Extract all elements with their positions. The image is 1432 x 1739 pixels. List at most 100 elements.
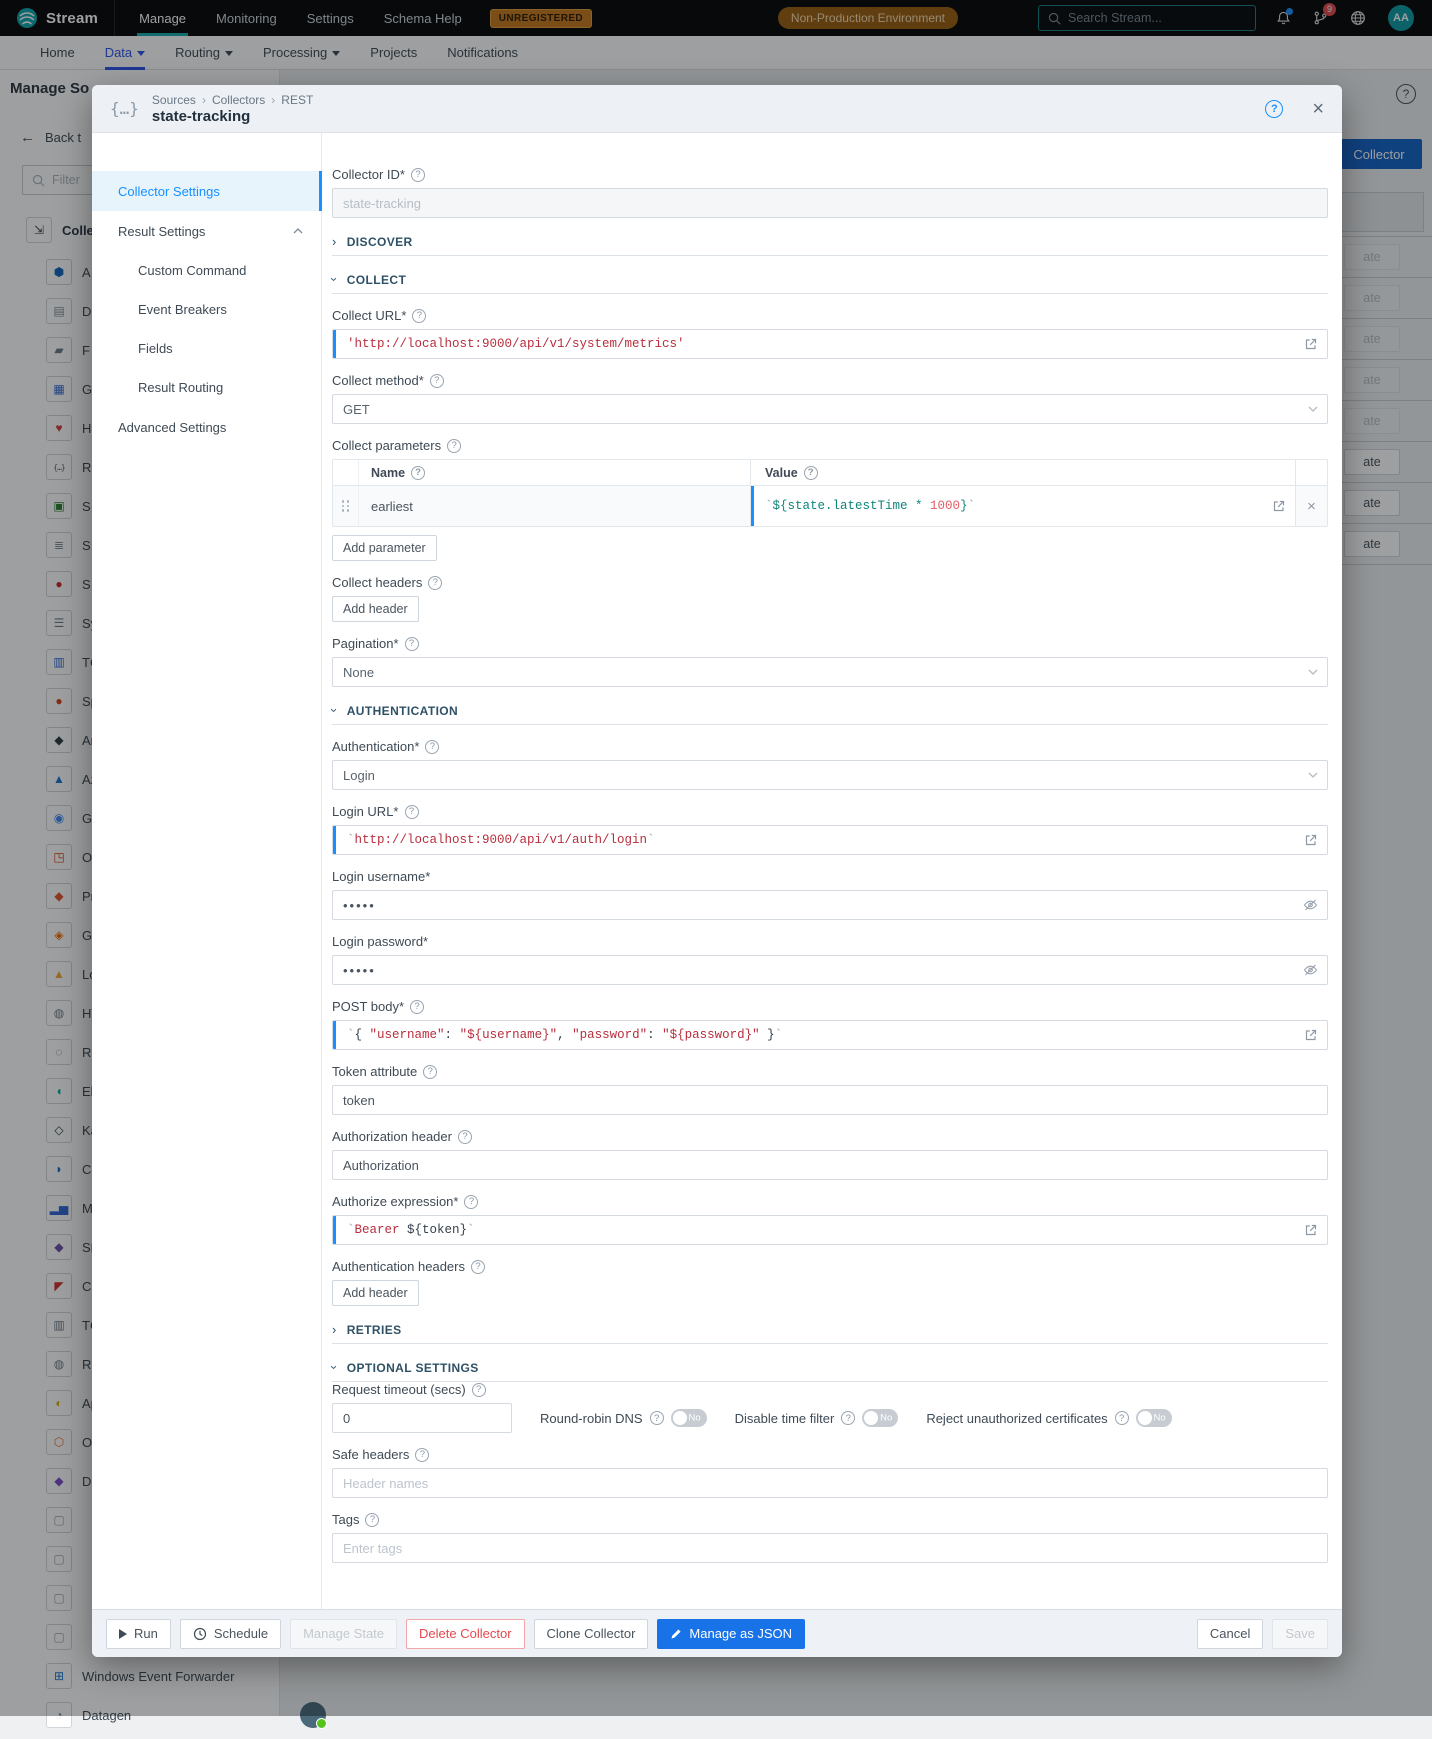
section-optional-settings[interactable]: › OPTIONAL SETTINGS [327,1360,1328,1382]
login-url-label: Login URL* [332,804,1328,819]
toggle-knob [672,1411,687,1425]
chevron-down-icon [1308,772,1318,778]
authentication-label: Authentication* [332,739,1328,754]
authentication-headers-label: Authentication headers [332,1259,1328,1274]
parameter-name[interactable]: earliest [359,486,751,526]
login-password-label: Login password* [332,934,429,949]
help-icon[interactable] [404,804,419,819]
help-icon[interactable] [1114,1411,1129,1425]
collect-parameters-table: Name Value earliest `${state.latestTime … [332,459,1328,527]
collect-method-select[interactable]: GET [332,394,1328,424]
modal-nav-advanced-settings[interactable]: Advanced Settings [92,407,321,447]
help-icon[interactable] [412,308,427,323]
help-icon[interactable] [365,1512,380,1527]
help-icon[interactable] [841,1411,856,1425]
post-body-label: POST body* [332,999,1328,1014]
modal-nav-result-settings[interactable]: Result Settings [92,211,321,251]
collect-url-input[interactable]: 'http://localhost:9000/api/v1/system/met… [332,329,1328,359]
breadcrumb-separator [271,93,275,107]
modal-nav-collector-settings[interactable]: Collector Settings [92,171,322,211]
help-icon[interactable] [470,1259,485,1274]
login-url-input[interactable]: `http://localhost:9000/api/v1/auth/login… [332,825,1328,855]
login-password-input[interactable]: ••••• [332,955,1328,985]
toggle-switch-reject-unauthorized-certificates[interactable]: No [1135,1409,1172,1427]
expand-editor-icon[interactable] [1304,833,1318,847]
delete-collector-button[interactable]: Delete Collector [406,1618,525,1649]
collector-title: state-tracking [151,107,251,125]
help-icon[interactable] [457,1129,472,1144]
toggle-state-label: No [1153,1412,1166,1424]
toggle-switch-round-robin-dns[interactable]: No [670,1409,707,1427]
section-retries[interactable]: › RETRIES [332,1322,1328,1344]
help-icon[interactable] [411,465,426,480]
add-header-button[interactable]: Add header [332,596,419,622]
expression-indicator [333,1216,336,1244]
toggle-group-reject-unauthorized-certificates: Reject unauthorized certificates No [926,1409,1172,1427]
toggle-state-label: No [880,1412,893,1424]
table-header-row: Name Value [333,460,1327,486]
toggle-switch-disable-time-filter[interactable]: No [862,1409,899,1427]
section-discover[interactable]: › DISCOVER [332,234,1328,256]
help-icon[interactable] [415,1447,430,1462]
safe-headers-input[interactable] [332,1468,1328,1498]
help-icon[interactable] [428,575,443,590]
expand-editor-icon[interactable] [1304,1223,1318,1237]
expand-editor-icon[interactable] [1304,337,1318,351]
collector-settings-form: Collector ID* state-tracking ›DISCOVER ›… [322,133,1342,1609]
modal-nav-custom-command[interactable]: Custom Command [92,251,321,290]
toggle-knob [1137,1411,1152,1425]
tags-input[interactable] [332,1533,1328,1563]
section-authentication[interactable]: › AUTHENTICATION [327,703,1328,725]
help-icon[interactable] [423,1064,438,1079]
modal-nav-result-routing[interactable]: Result Routing [92,368,321,407]
run-button[interactable]: Run [106,1618,171,1649]
close-icon[interactable] [1312,99,1324,119]
pagination-select[interactable]: None [332,657,1328,687]
help-icon[interactable] [425,739,440,754]
remove-row-icon[interactable]: × [1295,486,1327,526]
expand-editor-icon[interactable] [1272,499,1286,513]
add-auth-header-button[interactable]: Add header [332,1280,419,1306]
expression-indicator [333,1021,336,1049]
toggle-group-disable-time-filter: Disable time filter No [735,1409,899,1427]
modal-help-icon[interactable] [1265,99,1284,118]
help-icon[interactable] [471,1382,486,1397]
pagination-label: Pagination* [332,636,1328,651]
post-body-input[interactable]: `{ "username": "${username}", "password"… [332,1020,1328,1050]
manage-as-json-button[interactable]: Manage as JSON [657,1618,806,1649]
token-attribute-input[interactable]: token [332,1085,1328,1115]
expression-indicator [751,486,754,526]
cancel-button[interactable]: Cancel [1196,1618,1264,1649]
manage-state-button[interactable]: Manage State [290,1618,398,1649]
help-icon[interactable] [803,465,818,480]
breadcrumb-separator [202,93,206,107]
eye-invisible-icon[interactable] [1303,963,1318,977]
help-icon[interactable] [429,373,444,388]
save-button[interactable]: Save [1272,1618,1328,1649]
modal-nav-fields[interactable]: Fields [92,329,321,368]
eye-invisible-icon[interactable] [1303,898,1318,912]
chevron-down-icon [1308,406,1318,412]
drag-handle[interactable] [341,500,350,512]
help-icon[interactable] [447,438,462,453]
help-icon[interactable] [464,1194,479,1209]
add-parameter-button[interactable]: Add parameter [332,535,437,561]
request-timeout-input[interactable]: 0 [332,1403,512,1433]
help-icon[interactable] [410,999,425,1014]
parameter-value[interactable]: `${state.latestTime * 1000}` [751,486,1295,526]
authorize-expression-input[interactable]: `Bearer ${token}` [332,1215,1328,1245]
section-collect[interactable]: › COLLECT [327,272,1328,294]
authentication-select[interactable]: Login [332,760,1328,790]
expand-editor-icon[interactable] [1304,1028,1318,1042]
login-username-input[interactable]: ••••• [332,890,1328,920]
toggle-label: Round-robin DNS [540,1410,643,1426]
schedule-button[interactable]: Schedule [179,1618,282,1649]
help-icon[interactable] [404,636,419,651]
collector-id-input[interactable]: state-tracking [332,188,1328,218]
authorization-header-input[interactable]: Authorization [332,1150,1328,1180]
help-icon[interactable] [410,167,425,182]
help-icon[interactable] [649,1411,664,1425]
clone-collector-button[interactable]: Clone Collector [533,1618,649,1649]
collector-id-label: Collector ID* [332,167,1328,182]
modal-nav-event-breakers[interactable]: Event Breakers [92,290,321,329]
